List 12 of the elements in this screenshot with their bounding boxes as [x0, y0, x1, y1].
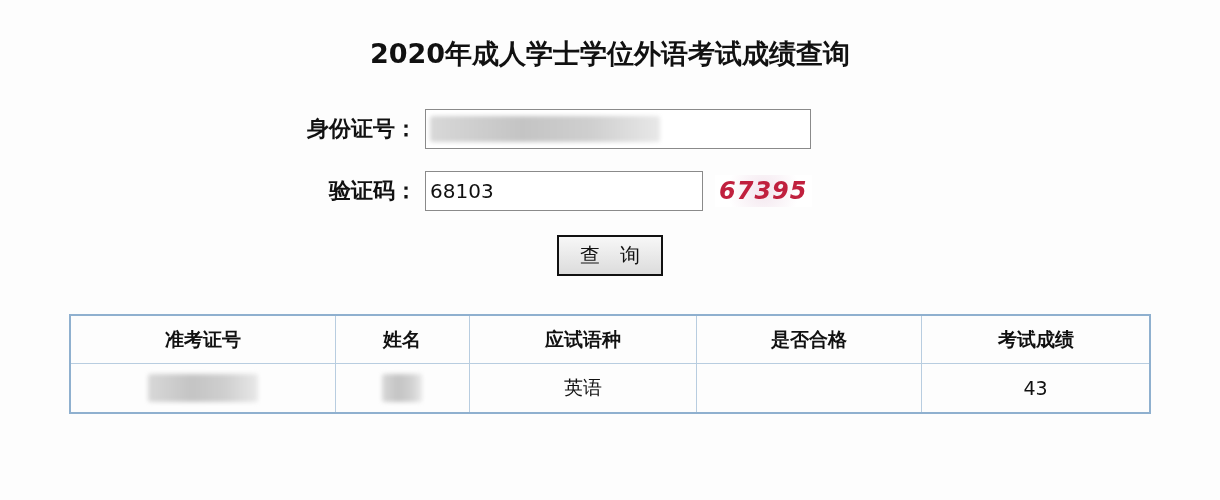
column-header: 姓名: [335, 315, 470, 364]
table-cell: 43: [1023, 377, 1048, 399]
table-cell: 英语: [563, 376, 602, 398]
column-header: 是否合格: [696, 315, 922, 364]
page-title: 2020年成人学士学位外语考试成绩查询: [369, 37, 851, 71]
query-button[interactable]: 查 询: [557, 235, 663, 276]
input-field[interactable]: [425, 109, 811, 149]
column-header: 应试语种: [469, 315, 696, 364]
field-label: 验证码：: [327, 177, 418, 205]
input-field[interactable]: 68103: [425, 171, 703, 211]
field-label: 身份证号：: [306, 115, 418, 143]
column-header: 准考证号: [70, 315, 336, 364]
